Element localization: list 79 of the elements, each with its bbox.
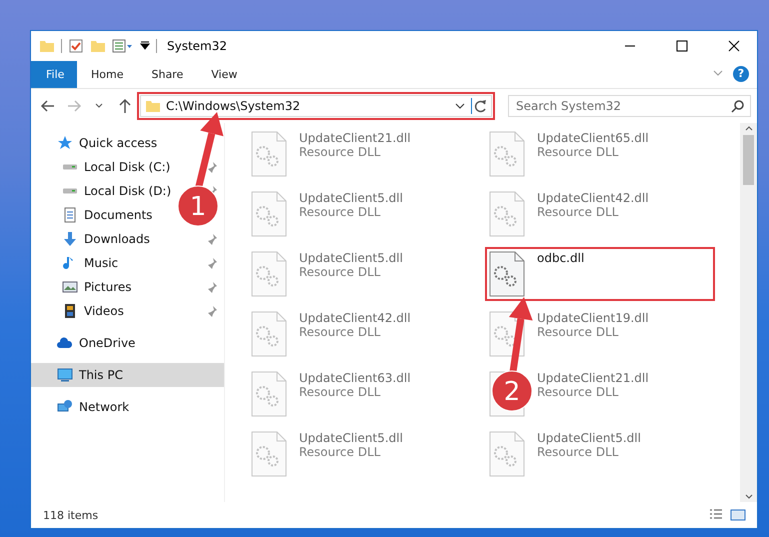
gear-file-icon xyxy=(251,251,287,297)
properties-icon xyxy=(112,38,134,54)
drive-icon xyxy=(62,164,78,170)
sidebar-item[interactable]: Quick access xyxy=(79,136,158,150)
ribbon-tab[interactable]: Home xyxy=(77,61,138,88)
file-name[interactable]: UpdateClient5.dll xyxy=(299,431,403,445)
search-field[interactable]: Search System32 xyxy=(508,95,751,117)
arrow-left-icon xyxy=(40,98,56,114)
gear-file-icon xyxy=(251,191,287,237)
item-count: 118 items xyxy=(43,508,100,522)
document-icon xyxy=(62,207,78,223)
help-button[interactable]: ? xyxy=(733,66,749,82)
step-badge: 2 xyxy=(492,370,532,412)
file-type: Resource DLL xyxy=(537,385,620,399)
file-name[interactable]: UpdateClient21.dll xyxy=(299,131,411,145)
step-badge: 1 xyxy=(178,186,218,226)
gear-file-icon xyxy=(489,251,525,297)
ribbon-tab[interactable]: Share xyxy=(137,61,198,88)
folder-icon xyxy=(90,38,106,54)
sidebar-item[interactable]: Music xyxy=(84,256,118,270)
star-icon xyxy=(57,135,73,151)
sidebar-item[interactable]: OneDrive xyxy=(79,336,136,350)
file-name[interactable]: odbc.dll xyxy=(537,251,584,265)
scrollbar[interactable] xyxy=(740,123,757,502)
gear-file-icon xyxy=(489,311,525,357)
file-type: Resource DLL xyxy=(537,205,620,219)
search-icon xyxy=(731,99,745,113)
file-name[interactable]: UpdateClient5.dll xyxy=(299,251,403,265)
picture-icon xyxy=(62,279,78,295)
file-type: Resource DLL xyxy=(299,145,382,159)
film-icon xyxy=(62,303,78,319)
file-type: Resource DLL xyxy=(537,325,620,339)
file-type: Resource DLL xyxy=(299,205,382,219)
ribbon-tab[interactable]: View xyxy=(197,61,252,88)
file-name[interactable]: UpdateClient42.dll xyxy=(537,191,649,205)
file-type: Resource DLL xyxy=(537,145,620,159)
window-title: System32 xyxy=(167,39,228,53)
folder-icon xyxy=(145,98,161,114)
sidebar-item[interactable]: Network xyxy=(79,400,130,414)
gear-file-icon xyxy=(251,371,287,417)
file-name[interactable]: UpdateClient63.dll xyxy=(299,371,411,385)
cloud-icon xyxy=(57,335,73,351)
monitor-icon xyxy=(57,367,73,383)
sidebar-item[interactable]: Pictures xyxy=(84,280,132,294)
file-type: Resource DLL xyxy=(299,385,382,399)
sidebar-item[interactable]: This PC xyxy=(79,368,123,382)
folder-icon xyxy=(39,38,55,54)
file-menu-tab[interactable]: File xyxy=(31,61,77,88)
file-type: Resource DLL xyxy=(299,325,382,339)
gear-file-icon xyxy=(251,431,287,477)
arrow-right-icon xyxy=(66,98,82,114)
file-name[interactable]: UpdateClient5.dll xyxy=(537,431,641,445)
file-type: Resource DLL xyxy=(537,445,620,459)
gear-file-icon xyxy=(489,191,525,237)
file-type: Resource DLL xyxy=(299,265,382,279)
sidebar-item[interactable]: Videos xyxy=(84,304,124,318)
scrollbar-thumb[interactable] xyxy=(743,135,754,185)
gear-file-icon xyxy=(489,431,525,477)
sidebar-item[interactable]: Local Disk (C:) xyxy=(84,160,170,174)
file-type: Resource DLL xyxy=(299,445,382,459)
gear-file-icon xyxy=(251,311,287,357)
file-name[interactable]: UpdateClient21.dll xyxy=(537,371,649,385)
close-icon xyxy=(728,40,740,52)
sidebar-item[interactable]: Local Disk (D:) xyxy=(84,184,172,198)
maximize-icon xyxy=(676,40,688,52)
large-icons-view-icon xyxy=(730,507,746,523)
sidebar-item[interactable]: Downloads xyxy=(84,232,150,246)
checklist-icon xyxy=(68,38,84,54)
file-name[interactable]: UpdateClient19.dll xyxy=(537,311,649,325)
file-name[interactable]: UpdateClient65.dll xyxy=(537,131,649,145)
file-name[interactable]: UpdateClient5.dll xyxy=(299,191,403,205)
address-field[interactable]: C:\Windows\System32 xyxy=(140,95,492,117)
drive-icon xyxy=(62,188,78,194)
gear-file-icon xyxy=(251,131,287,177)
gear-file-icon xyxy=(489,131,525,177)
sidebar-item[interactable]: Documents xyxy=(84,208,152,222)
file-name[interactable]: UpdateClient42.dll xyxy=(299,311,411,325)
arrow-up-icon xyxy=(117,98,134,114)
download-icon xyxy=(62,231,78,247)
